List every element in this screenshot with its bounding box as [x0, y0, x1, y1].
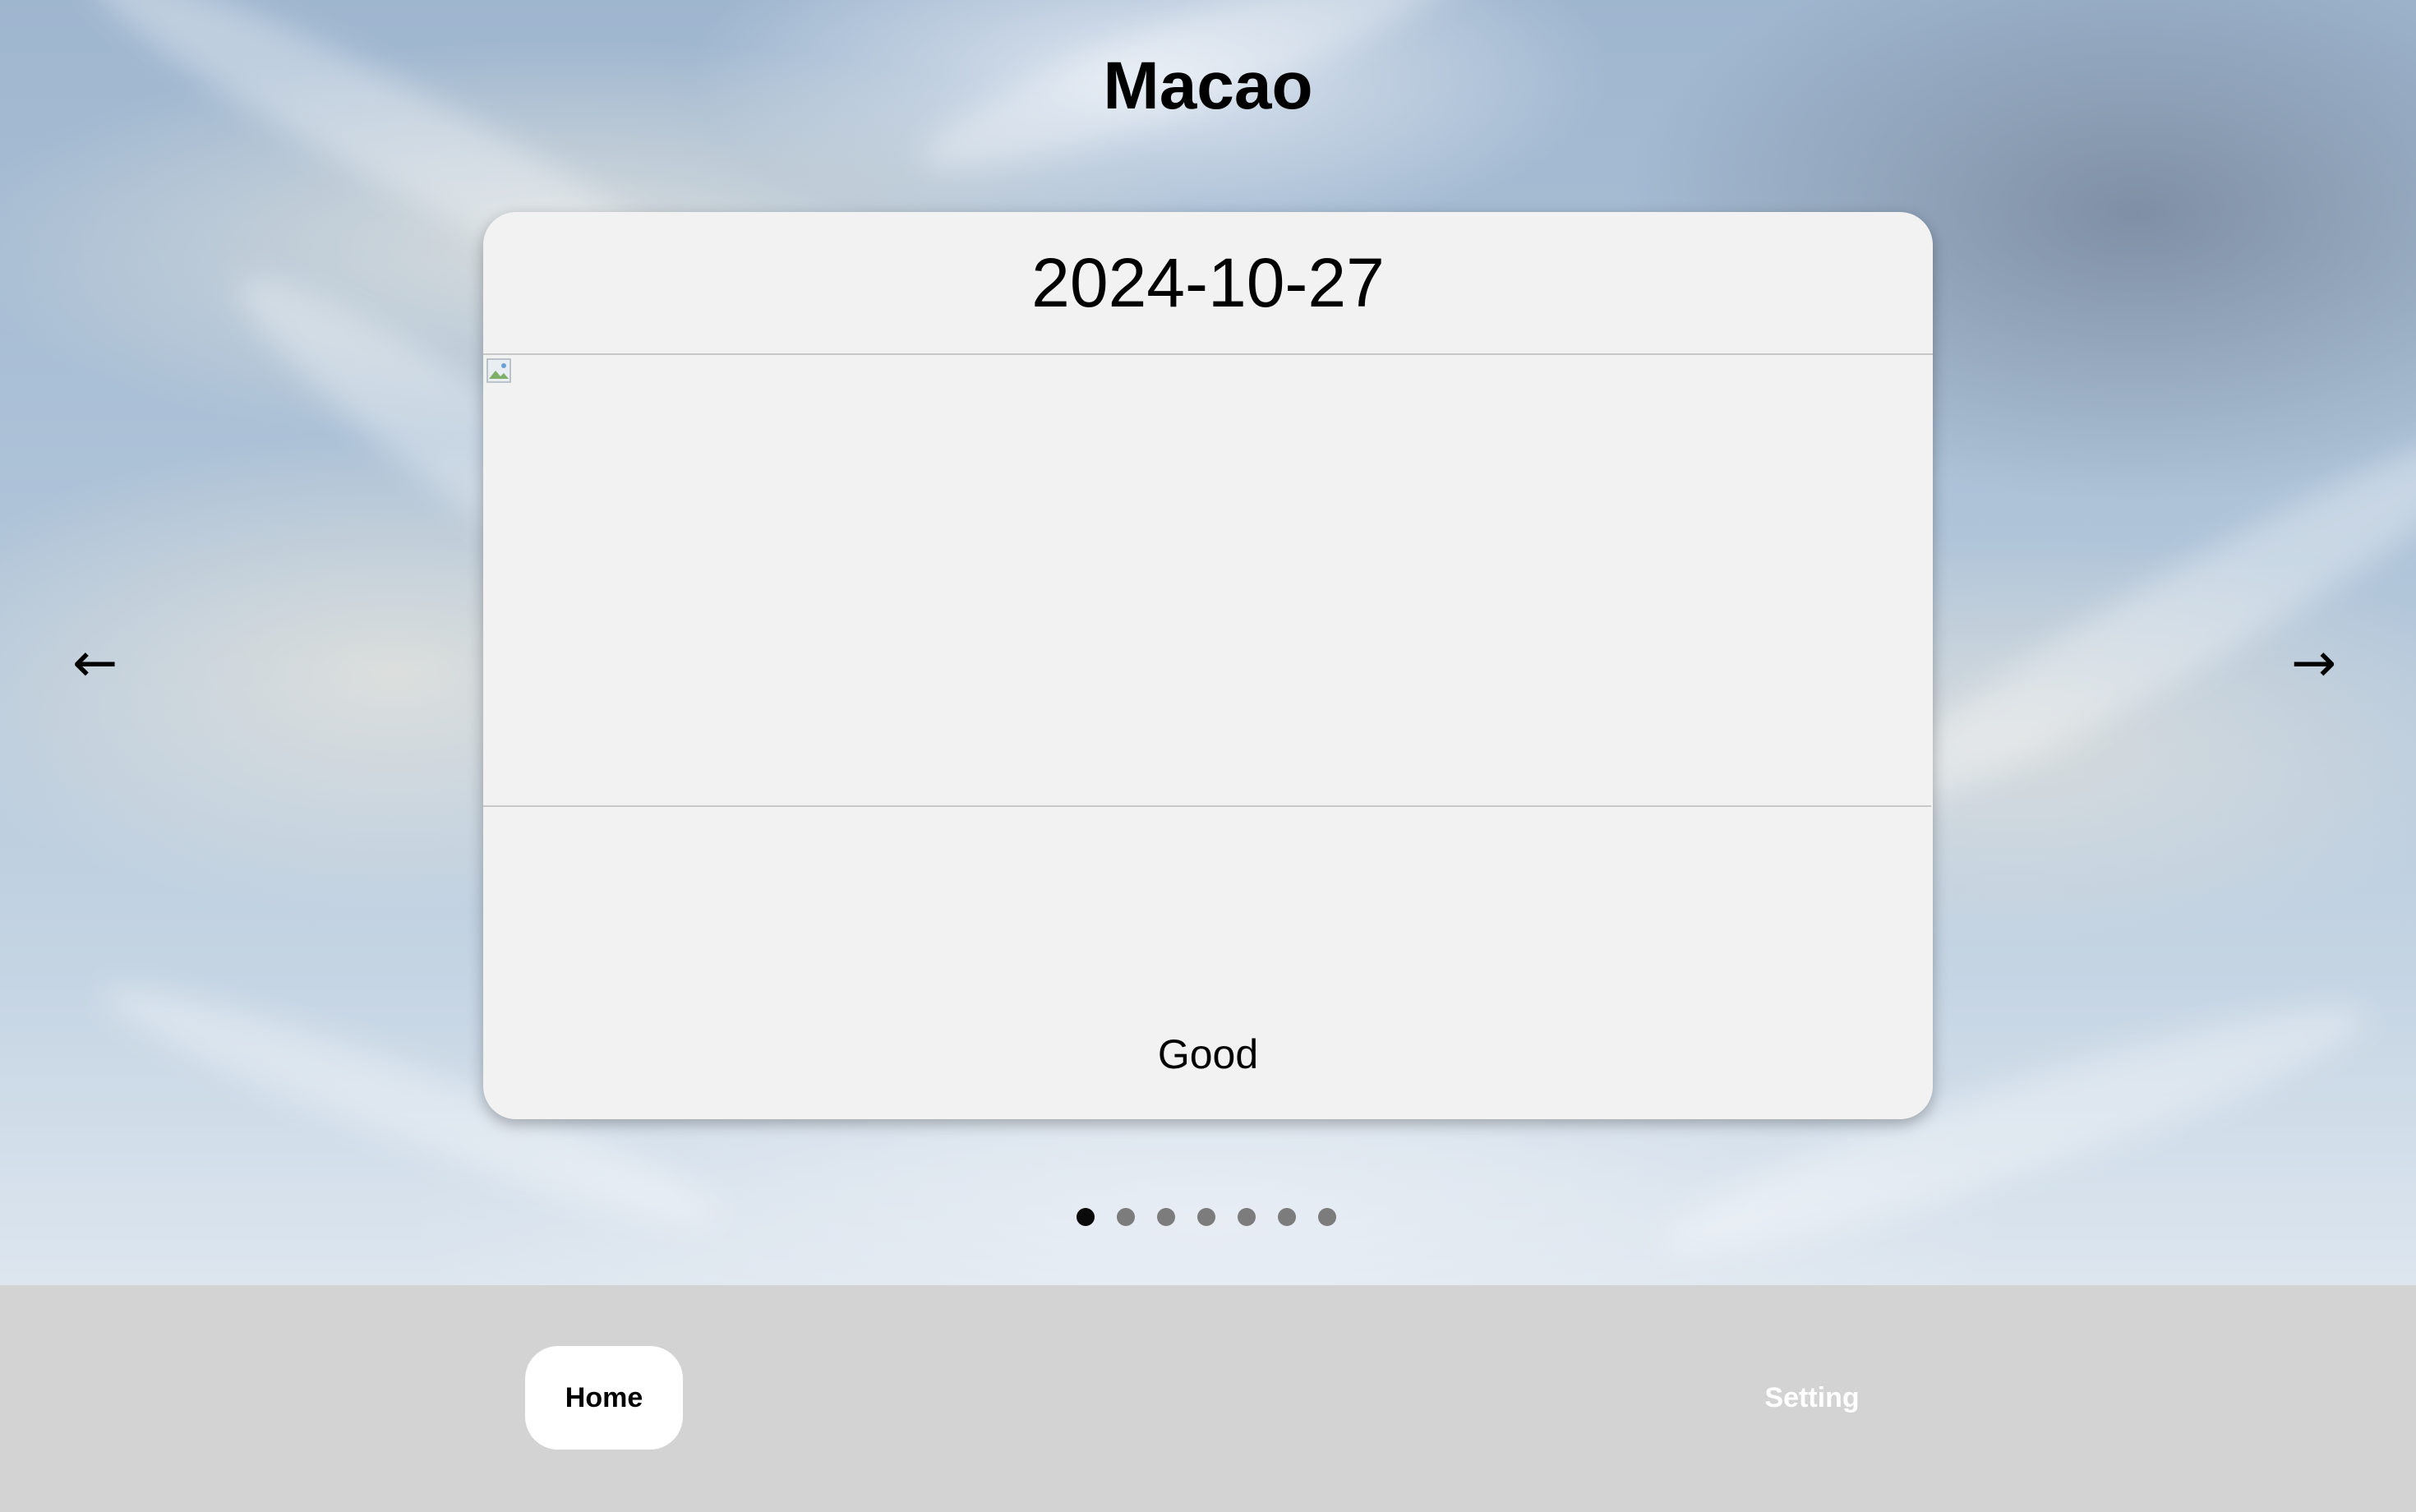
carousel-dot[interactable]	[1077, 1208, 1095, 1226]
carousel-dot[interactable]	[1278, 1208, 1296, 1226]
carousel-dot[interactable]	[1238, 1208, 1256, 1226]
weather-image-area	[483, 355, 1933, 1016]
temperature-value: 220°C	[483, 1111, 1933, 1119]
next-day-arrow[interactable]: →	[2291, 636, 2336, 690]
carousel-dots	[1077, 1208, 1336, 1226]
broken-image-icon	[486, 358, 511, 383]
city-title: Macao	[1103, 48, 1313, 123]
carousel-dot[interactable]	[1117, 1208, 1135, 1226]
carousel-dot[interactable]	[1318, 1208, 1336, 1226]
setting-tab[interactable]: Setting	[1734, 1346, 1890, 1450]
weather-image	[483, 355, 1931, 807]
carousel-dot[interactable]	[1157, 1208, 1175, 1226]
forecast-date: 2024-10-27	[483, 212, 1933, 355]
weather-status: Good	[1157, 1031, 1259, 1077]
previous-day-arrow[interactable]: ←	[72, 636, 118, 690]
carousel-dot[interactable]	[1197, 1208, 1215, 1226]
home-tab[interactable]: Home	[525, 1346, 683, 1450]
weather-card: 2024-10-27 Good 220°C	[483, 212, 1933, 1119]
bottom-navigation: Home Setting	[0, 1285, 2416, 1512]
